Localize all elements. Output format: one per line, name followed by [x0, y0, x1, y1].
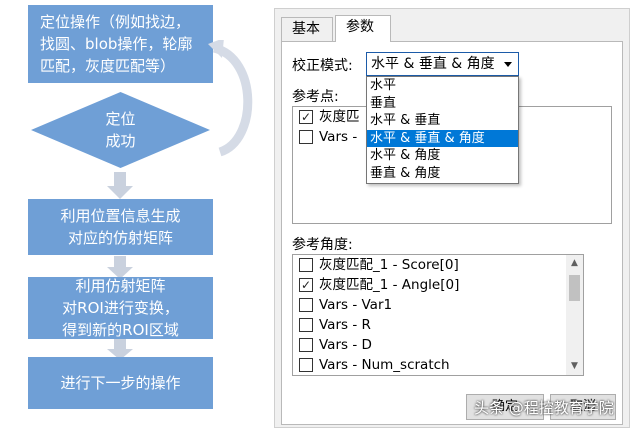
list-item[interactable]: Vars - Num_scratch — [293, 355, 583, 375]
list-item[interactable]: 灰度匹配_1 - Score[0] — [293, 255, 583, 275]
flow-step-transform: 利用仿射矩阵 对ROI进行变换， 得到新的ROI区域 — [28, 277, 213, 339]
flow-step-affine-text: 利用位置信息生成 对应的仿射矩阵 — [60, 207, 181, 247]
correction-mode-value: 水平 & 垂直 & 角度 — [371, 56, 495, 72]
ref-points-label: 参考点: — [292, 89, 339, 105]
correction-mode-label: 校正模式: — [292, 58, 353, 74]
checkbox-checked[interactable]: ✓ — [299, 110, 313, 124]
tab-params[interactable]: 参数 — [335, 15, 391, 42]
chevron-down-icon — [504, 62, 512, 67]
dropdown-option[interactable]: 水平 & 角度 — [367, 147, 518, 165]
flowchart: 定位操作（例如找边， 找圆、blob操作，轮廓 匹配，灰度匹配等） 定位 成功 … — [0, 0, 270, 434]
correction-mode-select[interactable]: 水平 & 垂直 & 角度 — [366, 52, 519, 76]
ref-angle-list[interactable]: 灰度匹配_1 - Score[0] ✓ 灰度匹配_1 - Angle[0] Va… — [292, 254, 584, 376]
list-item[interactable]: Vars - R — [293, 315, 583, 335]
watermark: 头条 @程控教育学院 — [474, 399, 614, 417]
flow-step-next-text: 进行下一步的操作 — [60, 374, 181, 392]
checkbox[interactable] — [299, 338, 313, 352]
tab-basic[interactable]: 基本 — [281, 17, 333, 41]
flow-step-locate-text: 定位操作（例如找边， 找圆、blob操作，轮廓 匹配，灰度匹配等） — [40, 13, 193, 75]
dropdown-option[interactable]: 垂直 — [367, 95, 518, 113]
flow-decision-text: 定位 成功 — [105, 110, 136, 150]
correction-mode-dropdown: 水平 垂直 水平 & 垂直 水平 & 垂直 & 角度 水平 & 角度 垂直 & … — [366, 76, 519, 184]
ref-angle-scrollbar[interactable]: ▲ ▼ — [566, 255, 583, 375]
checkbox[interactable] — [299, 358, 313, 372]
dropdown-option-selected[interactable]: 水平 & 垂直 & 角度 — [367, 129, 518, 147]
dropdown-option[interactable]: 水平 & 垂直 — [367, 112, 518, 130]
flow-step-next: 进行下一步的操作 — [28, 357, 213, 409]
flow-decision: 定位 成功 — [28, 90, 213, 170]
checkbox-checked[interactable]: ✓ — [299, 278, 313, 292]
scrollbar-thumb[interactable] — [569, 275, 580, 301]
checkbox[interactable] — [299, 318, 313, 332]
checkbox[interactable] — [299, 298, 313, 312]
scroll-up-icon[interactable]: ▲ — [566, 255, 583, 272]
settings-dialog: 基本 参数 校正模式: 水平 & 垂直 & 角度 水平 垂直 水平 & 垂直 水… — [274, 8, 630, 428]
scroll-down-icon[interactable]: ▼ — [566, 358, 583, 375]
flow-step-affine: 利用位置信息生成 对应的仿射矩阵 — [28, 199, 213, 255]
dropdown-option[interactable]: 水平 — [367, 77, 518, 95]
list-item[interactable]: ✓ 灰度匹配_1 - Angle[0] — [293, 275, 583, 295]
dropdown-option[interactable]: 垂直 & 角度 — [367, 165, 518, 183]
checkbox[interactable] — [299, 130, 313, 144]
down-arrow-icon — [107, 172, 133, 199]
flow-step-transform-text: 利用仿射矩阵 对ROI进行变换， 得到新的ROI区域 — [62, 277, 179, 339]
list-item[interactable]: Vars - D — [293, 335, 583, 355]
list-item[interactable]: Vars - Var1 — [293, 295, 583, 315]
ref-angle-label: 参考角度: — [292, 237, 353, 253]
flow-step-locate: 定位操作（例如找边， 找圆、blob操作，轮廓 匹配，灰度匹配等） — [28, 5, 213, 83]
checkbox[interactable] — [299, 258, 313, 272]
loop-back-arrow-icon — [208, 40, 253, 157]
params-panel: 校正模式: 水平 & 垂直 & 角度 水平 垂直 水平 & 垂直 水平 & 垂直… — [281, 41, 623, 425]
